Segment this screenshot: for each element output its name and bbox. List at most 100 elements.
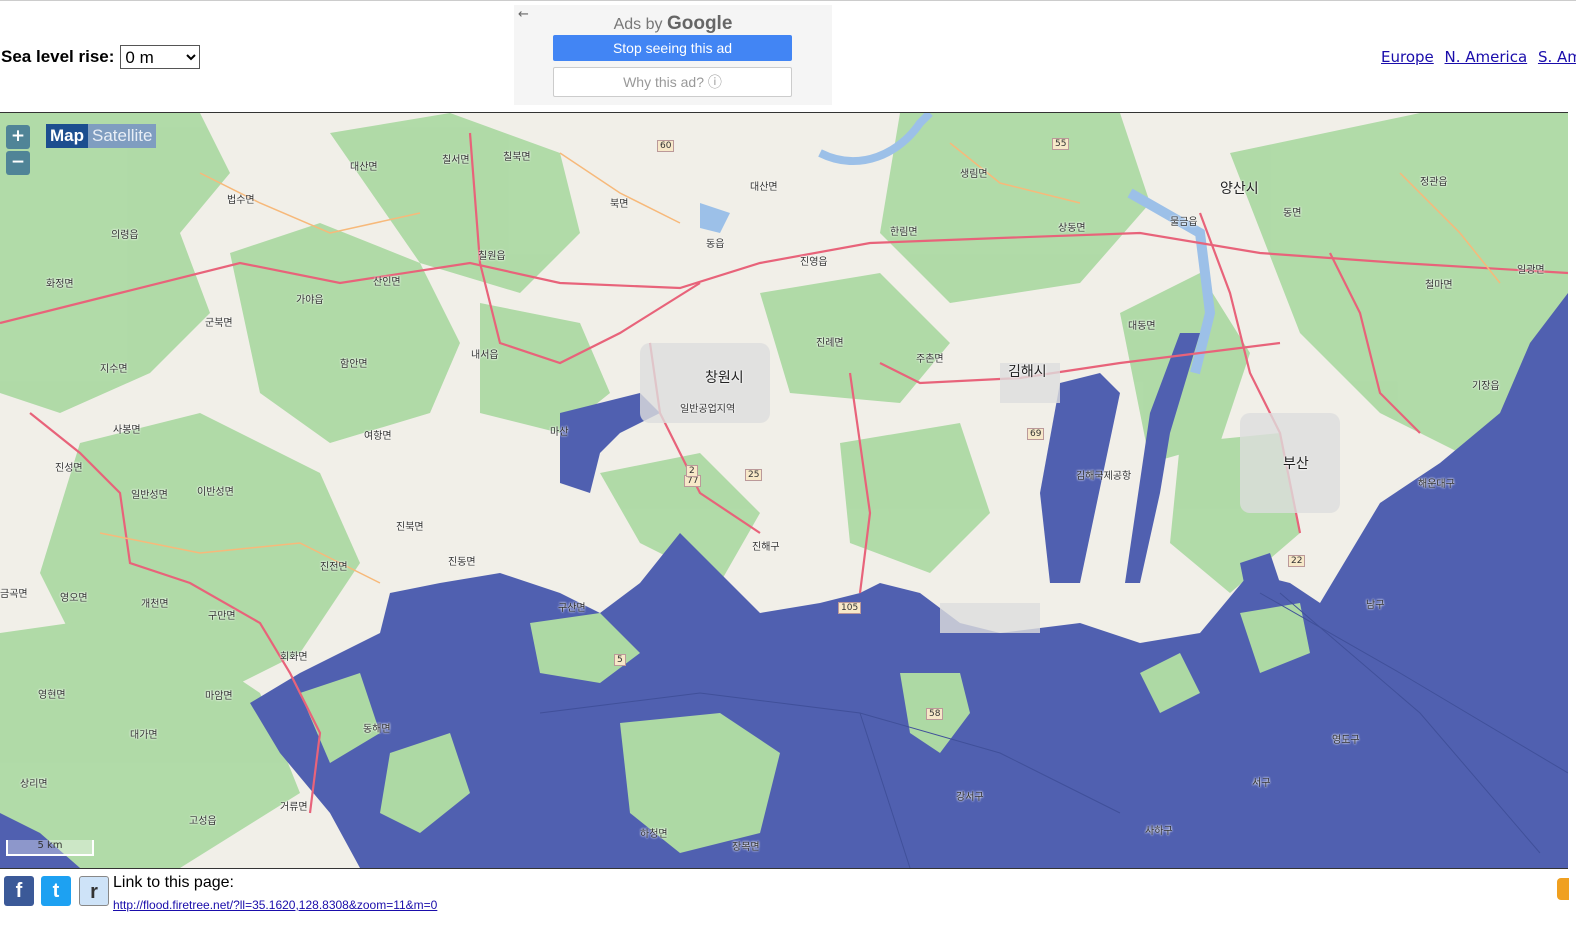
place-label: 산인면 [373,277,401,288]
place-label: 생림면 [960,169,988,180]
map-type-map-button[interactable]: Map [46,124,88,148]
city-label: 창원시 [705,370,744,386]
place-label: 사하구 [1145,826,1173,837]
sea-level-select[interactable]: 0 m [120,45,201,69]
road-number: 22 [1288,555,1306,567]
link-label: Link to this page: [113,874,234,891]
place-label: 상리면 [20,779,48,790]
region-link-europe[interactable]: Europe [1381,48,1434,66]
place-label: 고성읍 [189,816,217,827]
place-label: 일반성면 [131,490,168,501]
place-label: 거류면 [280,802,308,813]
place-label: 진영읍 [800,257,828,268]
road-number: 2 [686,465,698,477]
place-label: 군북면 [205,318,233,329]
place-label: 지수면 [100,364,128,375]
place-label: 영도구 [1332,735,1360,746]
place-label: 의령읍 [111,230,139,241]
place-label: 대가면 [130,730,158,741]
twitter-icon[interactable]: t [41,876,71,906]
place-label: 가야읍 [296,295,324,306]
page-link[interactable]: http://flood.firetree.net/?ll=35.1620,12… [113,898,437,912]
place-label: 진례면 [816,338,844,349]
top-bar: Sea level rise: 0 m ← Ads by Google Stop… [0,0,1576,113]
footer: f t r Link to this page: http://flood.fi… [0,868,1576,927]
zoom-in-button[interactable]: + [6,125,30,149]
place-label: 개천면 [141,599,169,610]
place-label: 장목면 [732,842,760,853]
place-label: 사봉면 [113,425,141,436]
place-label: 내서읍 [471,350,499,361]
place-label: 구산면 [558,603,586,614]
place-label: 여항면 [364,431,392,442]
region-link-s-america[interactable]: S. America [1538,48,1576,66]
place-label: 금곡면 [0,589,28,600]
place-label: 법수면 [227,195,255,206]
sea-level-control: Sea level rise: 0 m [1,45,201,69]
place-label: 동해면 [363,724,391,735]
map-type-satellite-button[interactable]: Satellite [88,124,157,148]
place-label: 대동면 [1128,321,1156,332]
road-number: 55 [1052,138,1070,150]
road-number: 60 [657,140,675,152]
feedback-tab-icon[interactable] [1557,878,1569,900]
road-number: 5 [614,654,626,666]
place-label: 마산 [550,427,569,438]
reddit-icon[interactable]: r [79,876,109,906]
city-label: 부산 [1283,456,1309,472]
place-label: 진동면 [448,557,476,568]
place-label: 이반성면 [197,487,234,498]
scale-bar: 5 km [6,840,94,856]
ads-by-google: Ads by Google [613,13,733,34]
place-label: 강서구 [956,792,984,803]
flood-map[interactable]: 창원시 김해시 양산시 부산 대산면 칠서면 칠북면 북면 대산면 생림면 상동… [0,112,1568,869]
place-label: 기장읍 [1472,381,1500,392]
place-label: 진전면 [320,562,348,573]
place-label: 진북면 [396,522,424,533]
road-number: 58 [926,708,944,720]
place-label: 주촌면 [916,354,944,365]
place-label: 칠원읍 [478,251,506,262]
city-label: 양산시 [1220,181,1259,197]
road-number: 69 [1027,428,1045,440]
place-label: 하청면 [640,829,668,840]
place-label: 일광면 [1517,265,1545,276]
place-label: 회화면 [280,652,308,663]
place-label: 영오면 [60,593,88,604]
place-label: 물금읍 [1170,217,1198,228]
place-label: 칠서면 [442,155,470,166]
facebook-icon[interactable]: f [4,876,34,906]
place-label: 일반공업지역 [680,404,736,415]
place-label: 동면 [1283,208,1302,219]
place-label: 상동면 [1058,223,1086,234]
road-number: 25 [745,469,763,481]
stop-seeing-ad-button[interactable]: Stop seeing this ad [553,35,792,61]
place-label: 구만면 [208,611,236,622]
ad-panel: ← Ads by Google Stop seeing this ad Why … [514,5,832,105]
region-links: Europe N. America S. America [1381,48,1576,66]
place-label: 진해구 [752,542,780,553]
place-label: 칠북면 [503,152,531,163]
place-label: 동읍 [706,239,725,250]
place-label: 정관읍 [1420,177,1448,188]
sea-level-label: Sea level rise: [1,47,115,66]
place-label: 북면 [610,199,629,210]
road-number: 105 [838,602,862,614]
place-label: 서구 [1252,778,1271,789]
place-label: 김해국제공항 [1076,471,1132,482]
city-label: 김해시 [1008,364,1047,380]
place-label: 화정면 [46,279,74,290]
zoom-out-button[interactable]: − [6,151,30,175]
place-label: 대산면 [350,162,378,173]
place-label: 철마면 [1425,280,1453,291]
map-canvas [0,113,1568,868]
place-label: 진성면 [55,463,83,474]
place-label: 영현면 [38,690,66,701]
place-label: 해운대구 [1418,479,1455,490]
why-this-ad-button[interactable]: Why this ad? ⓘ [553,67,792,97]
place-label: 대산면 [750,182,778,193]
place-label: 한림면 [890,227,918,238]
place-label: 마암면 [205,691,233,702]
region-link-n-america[interactable]: N. America [1445,48,1528,66]
place-label: 함안면 [340,359,368,370]
